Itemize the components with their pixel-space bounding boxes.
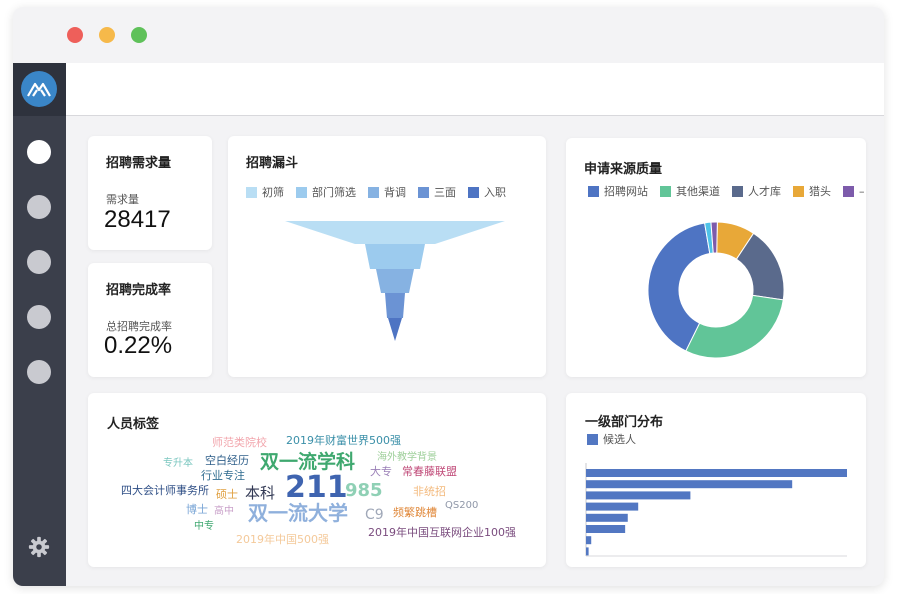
tag-word[interactable]: 专升本 <box>163 459 193 469</box>
funnel-segment-1[interactable] <box>285 221 505 244</box>
dept-bar-chart <box>585 463 847 557</box>
tag-word[interactable]: 硕士 <box>216 489 238 500</box>
nav-item-2[interactable] <box>27 195 51 219</box>
close-window-button[interactable] <box>67 27 83 43</box>
tag-word[interactable]: 大专 <box>370 466 392 477</box>
funnel-segment-5[interactable] <box>388 318 402 341</box>
tag-word[interactable]: 频繁跳槽 <box>393 507 437 518</box>
logo-area <box>13 63 66 116</box>
nav-item-5[interactable] <box>27 360 51 384</box>
app-logo-icon[interactable] <box>21 71 57 107</box>
funnel-segment-2[interactable] <box>365 244 425 269</box>
nav-item-3[interactable] <box>27 250 51 274</box>
dept-bar-6[interactable] <box>586 525 626 533</box>
tag-word[interactable]: 2019年财富世界500强 <box>286 435 401 446</box>
tag-word[interactable]: 常春藤联盟 <box>402 466 457 477</box>
donut-slice-2[interactable] <box>685 294 784 359</box>
kpi-completion-title: 招聘完成率 <box>106 283 172 298</box>
sidebar <box>13 63 66 586</box>
kpi-demand-card: 招聘需求量 需求量 28417 <box>88 136 212 250</box>
funnel-segment-4[interactable] <box>385 293 405 318</box>
kpi-completion-card: 招聘完成率 总招聘完成率 0.22% <box>88 263 212 377</box>
nav-item-1[interactable] <box>27 140 51 164</box>
tag-word[interactable]: 高中 <box>214 507 234 517</box>
source-donut-chart <box>647 221 785 359</box>
top-header-bar <box>66 63 884 116</box>
tag-word[interactable]: 双一流大学 <box>248 503 348 523</box>
tag-word[interactable]: QS200 <box>445 501 478 511</box>
dept-bar-2[interactable] <box>586 480 793 489</box>
tags-title: 人员标签 <box>107 417 160 432</box>
funnel-card: 招聘漏斗 初筛 部门筛选 背调 三面 入职 <box>228 136 546 377</box>
tag-word[interactable]: 海外教学背景 <box>377 453 437 463</box>
kpi-demand-title: 招聘需求量 <box>106 156 172 171</box>
tag-word[interactable]: 2019年中国500强 <box>236 534 329 545</box>
dept-bar-8[interactable] <box>586 547 589 556</box>
tag-word[interactable]: 空白经历 <box>205 455 249 466</box>
kpi-demand-value: 28417 <box>104 206 171 233</box>
tag-word[interactable]: 2019年中国互联网企业100强 <box>368 527 516 538</box>
settings-gear-icon[interactable] <box>28 536 50 558</box>
tag-word[interactable]: 本科 <box>245 486 275 501</box>
kpi-demand-label: 需求量 <box>106 193 139 206</box>
nav-item-4[interactable] <box>27 305 51 329</box>
dept-distribution-card: 一级部门分布 候选人 <box>566 393 866 567</box>
tag-word[interactable]: 非统招 <box>413 486 446 497</box>
tag-word[interactable]: 行业专注 <box>201 470 245 481</box>
dept-bar-7[interactable] <box>586 536 592 545</box>
tag-word[interactable]: 211 <box>285 473 348 503</box>
dept-bar-1[interactable] <box>586 469 847 477</box>
app-window: 招聘需求量 需求量 28417 招聘完成率 总招聘完成率 0.22% 招聘漏斗 … <box>13 7 884 586</box>
minimize-window-button[interactable] <box>99 27 115 43</box>
kpi-completion-value: 0.22% <box>104 332 173 359</box>
dept-bar-3[interactable] <box>586 491 691 500</box>
tag-word[interactable]: 师范类院校 <box>212 437 267 448</box>
source-quality-card: 申请来源质量 招聘网站 其他渠道 人才库 猎头 – <box>566 138 866 377</box>
maximize-window-button[interactable] <box>131 27 147 43</box>
tag-word[interactable]: 博士 <box>186 504 208 515</box>
funnel-segment-3[interactable] <box>376 269 414 293</box>
funnel-chart <box>285 221 505 341</box>
dept-bar-4[interactable] <box>586 502 639 511</box>
person-tags-card: 人员标签 师范类院校 2019年财富世界500强 专升本 空白经历 双一流学科 海外教学背… <box>88 393 546 567</box>
tag-word[interactable]: 四大会计师事务所 <box>121 485 209 496</box>
tag-word[interactable]: C9 <box>365 508 384 522</box>
tag-word[interactable]: 985 <box>345 482 383 500</box>
dept-bar-5[interactable] <box>586 513 628 522</box>
tag-word[interactable]: 中专 <box>194 522 214 532</box>
